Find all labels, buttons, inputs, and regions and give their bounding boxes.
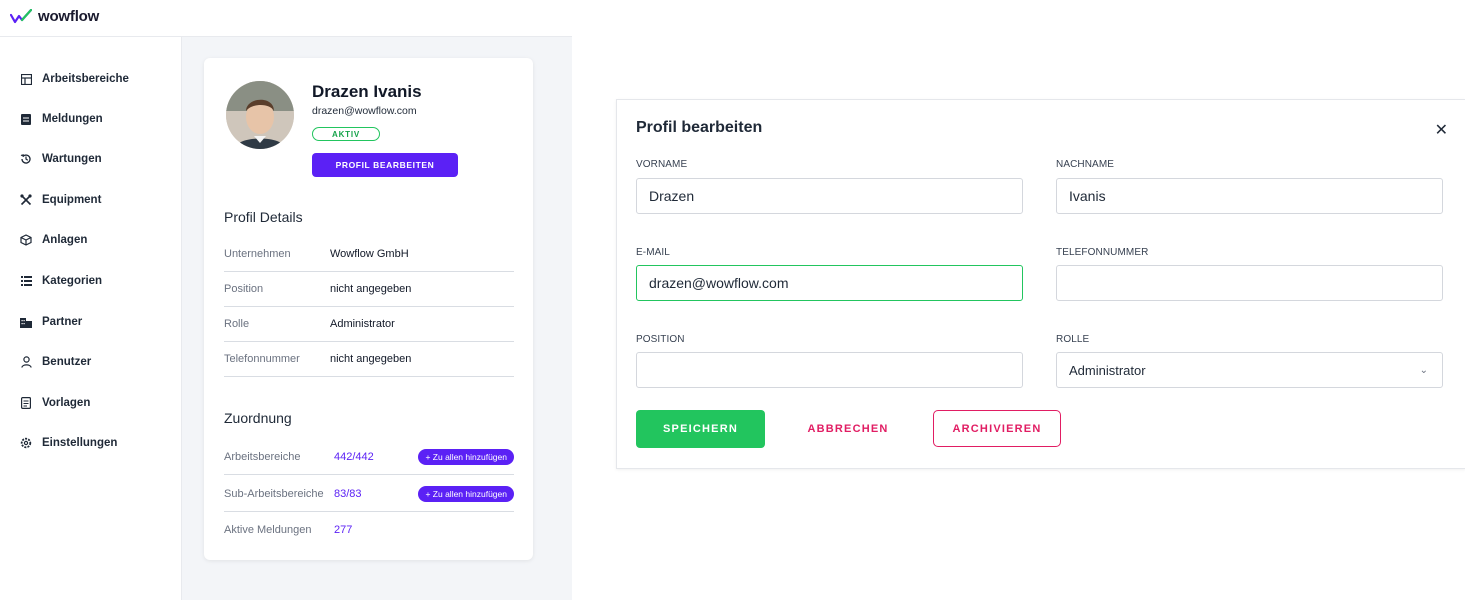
app-window: wowflow Arbeitsbereiche Meldungen Wartun… — [0, 0, 572, 600]
building-icon — [20, 316, 32, 328]
assignment-value: 442/442 — [334, 451, 374, 463]
sidebar-item-label: Partner — [42, 316, 83, 328]
wowflow-logo-icon — [10, 8, 32, 23]
profile-name: Drazen Ivanis — [312, 82, 422, 101]
gear-icon — [20, 437, 32, 449]
sidebar-item-label: Vorlagen — [42, 397, 91, 409]
detail-label: Rolle — [224, 318, 250, 330]
sidebar-item-label: Anlagen — [42, 234, 88, 246]
sidebar-item-equipment[interactable]: Equipment — [20, 190, 101, 210]
firstname-label: VORNAME — [636, 159, 688, 170]
sidebar: Arbeitsbereiche Meldungen Wartungen Equi… — [0, 37, 182, 600]
cube-icon — [20, 234, 32, 246]
email-field[interactable]: drazen@wowflow.com — [636, 265, 1023, 301]
assignment-label: Arbeitsbereiche — [224, 451, 301, 463]
avatar — [226, 81, 294, 149]
phone-label: TELEFONNUMMER — [1056, 247, 1149, 258]
detail-label: Position — [224, 283, 264, 295]
lastname-field[interactable]: Ivanis — [1056, 178, 1443, 214]
detail-value: Wowflow GmbH — [330, 248, 409, 260]
brand-name: wowflow — [38, 8, 100, 25]
detail-label: Telefonnummer — [224, 353, 300, 365]
chevron-down-icon: ⌄ — [1419, 365, 1428, 376]
sidebar-item-label: Meldungen — [42, 113, 103, 125]
top-bar: wowflow — [0, 0, 572, 37]
assignment-title: Zuordnung — [224, 410, 292, 426]
sidebar-item-arbeitsbereiche[interactable]: Arbeitsbereiche — [20, 69, 129, 89]
add-all-subworkspaces-button[interactable]: + Zu allen hinzufügen — [418, 486, 514, 502]
sidebar-item-einstellungen[interactable]: Einstellungen — [20, 433, 117, 453]
firstname-field[interactable]: Drazen — [636, 178, 1023, 214]
profile-details-title: Profil Details — [224, 209, 303, 225]
lastname-label: NACHNAME — [1056, 159, 1115, 170]
profile-email: drazen@wowflow.com — [312, 105, 417, 117]
phone-field[interactable] — [1056, 265, 1443, 301]
user-icon — [20, 356, 32, 368]
layout-icon — [20, 73, 32, 85]
status-badge: AKTIV — [312, 127, 380, 141]
assignment-label: Aktive Meldungen — [224, 524, 312, 536]
detail-value: nicht angegeben — [330, 283, 412, 295]
assignment-row: Sub-Arbeitsbereiche 83/83 + Zu allen hin… — [224, 477, 514, 512]
assignment-row: Arbeitsbereiche 442/442 + Zu allen hinzu… — [224, 440, 514, 475]
sidebar-item-partner[interactable]: Partner — [20, 312, 82, 332]
role-select-value: Administrator — [1069, 362, 1146, 378]
sidebar-item-benutzer[interactable]: Benutzer — [20, 352, 91, 372]
edit-profile-modal: Profil bearbeiten ✕ VORNAME Drazen NACHN… — [616, 99, 1465, 469]
position-label: POSITION — [636, 334, 685, 345]
message-icon — [20, 113, 32, 125]
detail-value: Administrator — [330, 318, 395, 330]
cancel-button[interactable]: ABBRECHEN — [793, 410, 903, 448]
tools-icon — [20, 194, 32, 206]
list-icon — [20, 275, 32, 287]
detail-row: Telefonnummer nicht angegeben — [224, 342, 514, 377]
detail-label: Unternehmen — [224, 248, 291, 260]
sidebar-item-label: Equipment — [42, 194, 102, 206]
history-icon — [20, 153, 32, 165]
edit-profile-button[interactable]: PROFIL BEARBEITEN — [312, 153, 458, 177]
assignment-value: 277 — [334, 524, 353, 536]
sidebar-item-label: Kategorien — [42, 275, 103, 287]
assignment-row: Aktive Meldungen 277 — [224, 513, 514, 547]
sidebar-item-meldungen[interactable]: Meldungen — [20, 109, 103, 129]
email-label: E-MAIL — [636, 247, 670, 258]
role-select[interactable]: Administrator ⌄ — [1056, 352, 1443, 388]
assignment-label: Sub-Arbeitsbereiche — [224, 488, 324, 500]
detail-row: Position nicht angegeben — [224, 272, 514, 307]
sidebar-item-label: Benutzer — [42, 356, 92, 368]
document-icon — [20, 397, 32, 409]
archive-button[interactable]: ARCHIVIEREN — [933, 410, 1061, 447]
position-field[interactable] — [636, 352, 1023, 388]
sidebar-item-vorlagen[interactable]: Vorlagen — [20, 393, 90, 413]
sidebar-item-label: Wartungen — [42, 153, 102, 165]
sidebar-item-anlagen[interactable]: Anlagen — [20, 230, 87, 250]
detail-row: Unternehmen Wowflow GmbH — [224, 237, 514, 272]
detail-row: Rolle Administrator — [224, 307, 514, 342]
profile-card: Drazen Ivanis drazen@wowflow.com AKTIV P… — [204, 58, 533, 560]
sidebar-item-label: Einstellungen — [42, 437, 118, 449]
sidebar-item-kategorien[interactable]: Kategorien — [20, 271, 102, 291]
assignment-value: 83/83 — [334, 488, 362, 500]
save-button[interactable]: SPEICHERN — [636, 410, 765, 448]
role-label: ROLLE — [1056, 334, 1090, 345]
sidebar-item-label: Arbeitsbereiche — [42, 73, 129, 85]
brand-logo[interactable]: wowflow — [10, 8, 99, 25]
detail-value: nicht angegeben — [330, 353, 412, 365]
close-icon[interactable]: ✕ — [1435, 120, 1448, 140]
add-all-workspaces-button[interactable]: + Zu allen hinzufügen — [418, 449, 514, 465]
modal-title: Profil bearbeiten — [636, 119, 763, 136]
sidebar-item-wartungen[interactable]: Wartungen — [20, 149, 102, 169]
